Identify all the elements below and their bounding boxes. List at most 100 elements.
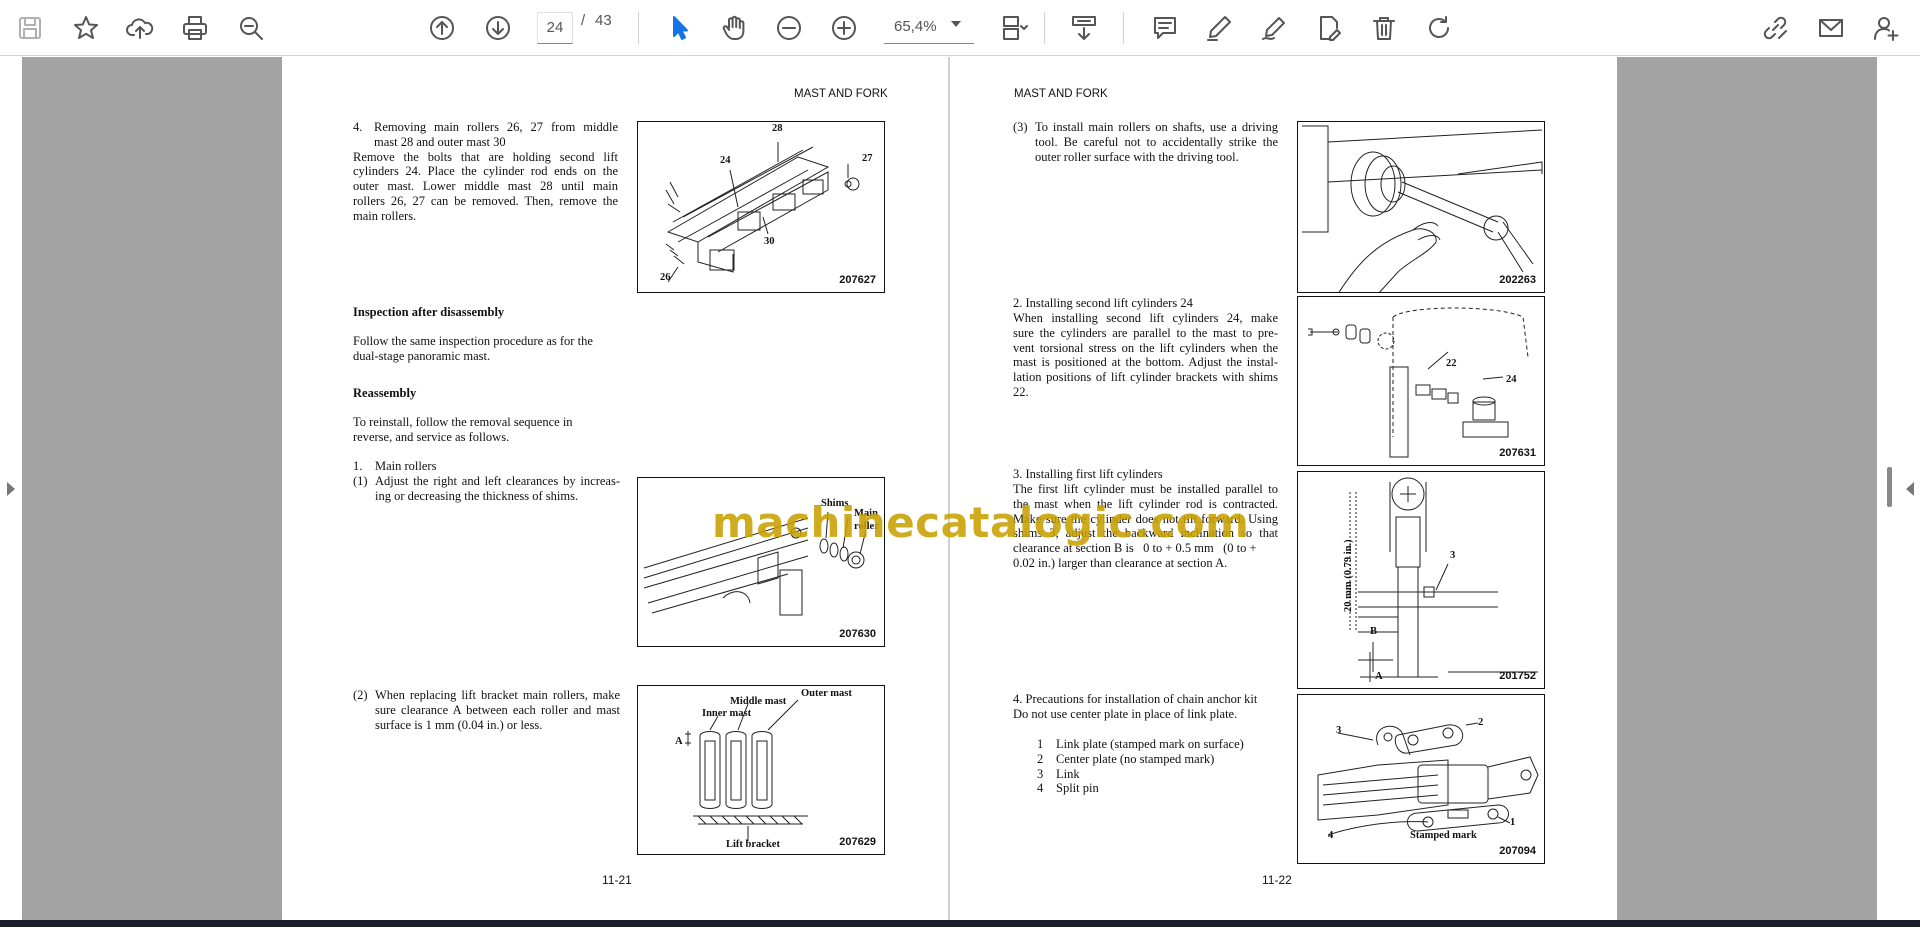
item3-text: To install main rollers on shafts, use a…	[1035, 120, 1278, 164]
zoom-level-select[interactable]: 65,4%	[884, 12, 974, 44]
sign-icon[interactable]	[1311, 10, 1347, 46]
left-panel-toggle-icon[interactable]	[7, 482, 15, 496]
figure-label: A	[1375, 671, 1383, 682]
figure-label: Inner mast	[702, 708, 752, 719]
step-title: 3. Installing first lift cylinders	[1013, 467, 1163, 481]
figure-label: A	[675, 736, 683, 747]
comment-icon[interactable]	[1147, 10, 1183, 46]
page-fit-icon[interactable]	[996, 10, 1032, 46]
page-number-input[interactable]: 24	[537, 12, 573, 44]
figure-number: 207627	[839, 274, 876, 286]
upload-cloud-icon[interactable]	[122, 10, 158, 46]
scrollbar-handle[interactable]	[1887, 467, 1892, 507]
figure-label: 2	[1478, 717, 1484, 728]
figure-label: 1	[1510, 817, 1516, 828]
zoom-out-icon[interactable]	[771, 10, 807, 46]
body-line: main rollers.	[353, 208, 417, 223]
figure-207631: 22 24 207631	[1297, 296, 1545, 466]
figure-label: 28	[772, 123, 783, 134]
figure-label: 3	[1450, 550, 1456, 561]
step-number: 1.	[353, 459, 363, 473]
delete-icon[interactable]	[1366, 10, 1402, 46]
body-line: vent torsional stress on the lift cylind…	[1013, 340, 1278, 355]
zoom-in-icon[interactable]	[826, 10, 862, 46]
body-line: surface is 1 mm (0.04 in.) or less.	[375, 717, 543, 732]
figure-label: 20 mm (0.79 in.)	[1343, 539, 1354, 612]
list-item: 4 Split pin	[1037, 781, 1099, 796]
toolbar-divider	[1044, 12, 1045, 44]
body-line: The first lift cylinder must be installe…	[1013, 482, 1278, 496]
body-line: 0.02 in.) larger than clearance at secti…	[1013, 555, 1228, 570]
figure-207094: 3 2 1 4 Stamped mark 207094	[1297, 694, 1545, 864]
figure-number: 201752	[1499, 670, 1536, 682]
add-user-icon[interactable]	[1868, 10, 1904, 46]
page-up-icon[interactable]	[424, 10, 460, 46]
body-line: When replacing lift bracket main rollers…	[375, 688, 620, 702]
body-line: To install main rollers on shafts, use a…	[1035, 120, 1278, 134]
toolbar-divider	[1123, 12, 1124, 44]
body-line: 22.	[1013, 384, 1029, 399]
figure-number: 207094	[1499, 845, 1536, 857]
figure-label: 30	[764, 236, 775, 247]
page-header: MAST AND FORK	[1014, 88, 1108, 100]
figure-202263: 202263	[1297, 121, 1545, 293]
document-page-right: MAST AND FORK (3) To install main roller…	[950, 57, 1617, 920]
body-line: mast is positioned at the bottom. Adjust…	[1013, 355, 1278, 370]
draw-icon[interactable]	[1256, 10, 1292, 46]
body-line: Remove the bolts that are holding second…	[353, 149, 618, 164]
item2-text: When replacing lift bracket main rollers…	[375, 688, 620, 732]
step-title: 2. Installing second lift cylinders 24	[1013, 296, 1193, 310]
step-title-line: mast 28 and outer mast 30	[374, 134, 506, 149]
step-number: 4.	[353, 120, 363, 134]
figure-label: 22	[1446, 358, 1457, 369]
chevron-down-icon[interactable]	[951, 21, 961, 27]
body-line: Adjust the right and left clearances by …	[375, 474, 620, 488]
page-total: 43	[595, 12, 612, 29]
document-viewer[interactable]: MAST AND FORK 4. Removing main rollers 2…	[0, 57, 1920, 920]
body-line: rollers 26, 27 can be removed. Then, rem…	[353, 193, 618, 208]
page-header: MAST AND FORK	[794, 88, 888, 100]
body-line: reverse, and service as follows.	[353, 429, 510, 444]
rotate-icon[interactable]	[1421, 10, 1457, 46]
save-icon[interactable]	[12, 10, 48, 46]
body-line: ing or decreasing the thickness of shims…	[375, 488, 579, 503]
step-title: 4. Precautions for installation of chain…	[1013, 692, 1258, 706]
list-item: 1 Link plate (stamped mark on surface)	[1037, 737, 1244, 751]
figure-label: 24	[720, 155, 731, 166]
right-panel-toggle-icon[interactable]	[1906, 482, 1914, 496]
section-heading: Inspection after disassembly	[353, 305, 505, 319]
zoom-search-icon[interactable]	[233, 10, 269, 46]
figure-201752: 20 mm (0.79 in.) 3 B A 201752	[1297, 471, 1545, 689]
inspection-text: Follow the same inspection procedure as …	[353, 334, 618, 364]
figure-label: Outer mast	[801, 688, 852, 699]
item-number: (3)	[1013, 120, 1028, 134]
scroll-mode-icon[interactable]	[1066, 10, 1102, 46]
figure-label: 27	[862, 153, 873, 164]
taskbar-strip	[0, 920, 1920, 927]
reassembly-text: To reinstall, follow the removal sequenc…	[353, 415, 618, 445]
body-line: lation positions of lift cylinder bracke…	[1013, 370, 1278, 385]
figure-label: B	[1370, 626, 1378, 637]
figure-label: 4	[1328, 830, 1334, 841]
page-down-icon[interactable]	[480, 10, 516, 46]
body-line: dual-stage panoramic mast.	[353, 348, 491, 363]
select-cursor-icon[interactable]	[662, 10, 698, 46]
watermark-text: machinecatalogic.com	[712, 498, 1250, 547]
item1-text: Adjust the right and left clearances by …	[375, 474, 620, 504]
highlight-pen-icon[interactable]	[1201, 10, 1237, 46]
email-icon[interactable]	[1813, 10, 1849, 46]
section-heading: Reassembly	[353, 386, 417, 400]
step-title: Main rollers	[375, 459, 437, 473]
body-line: tool. Be careful not to accidentally str…	[1035, 134, 1278, 149]
figure-label: Lift bracket	[726, 839, 780, 850]
bookmark-star-icon[interactable]	[68, 10, 104, 46]
share-link-icon[interactable]	[1757, 10, 1793, 46]
list-item: 3 Link	[1037, 766, 1080, 781]
step4-text: Do not use center plate in place of link…	[1013, 707, 1238, 721]
body-line: sure clearance A between each roller and…	[375, 702, 620, 717]
item-number: (1)	[353, 474, 368, 488]
print-icon[interactable]	[177, 10, 213, 46]
hand-pan-icon[interactable]	[716, 10, 752, 46]
page-number: 11-21	[602, 873, 632, 887]
page-number: 11-22	[1262, 873, 1292, 887]
